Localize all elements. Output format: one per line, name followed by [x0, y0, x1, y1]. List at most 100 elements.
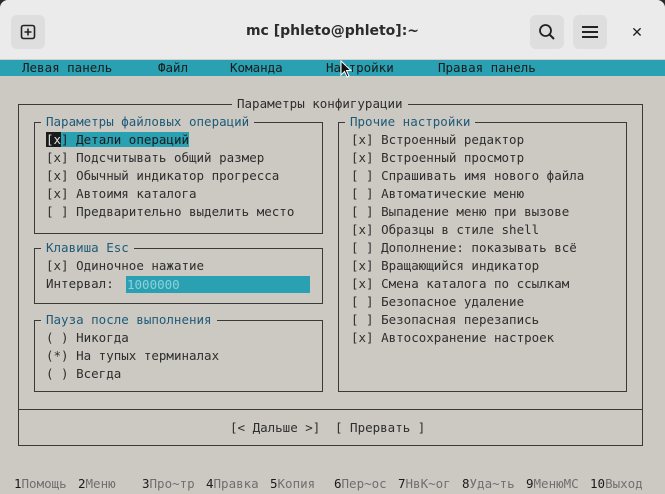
checkbox-label: Безопасное удаление	[381, 294, 525, 309]
menu-right-panel[interactable]: Правая панель	[438, 60, 536, 76]
checkbox-label: Автосохранение настроек	[381, 330, 555, 345]
hamburger-icon	[582, 26, 598, 38]
fkey-1[interactable]: 1Помощь	[14, 474, 67, 494]
fkey-number: 9	[526, 476, 534, 491]
interval-input[interactable]: 1000000	[126, 276, 310, 293]
search-icon	[539, 24, 555, 40]
checkbox-mark: [x]	[46, 186, 69, 201]
window-title: mc [phleto@phleto]:~	[245, 23, 420, 39]
radio-never[interactable]: ( ) Никогда	[46, 329, 129, 347]
menu-options[interactable]: Настройки	[326, 60, 394, 76]
pause-title: Пауза после выполнения	[41, 312, 217, 328]
fkey-number: 3	[142, 476, 150, 491]
radio-label: На тупых терминалах	[76, 348, 220, 363]
checkbox-mark: [x]	[351, 132, 374, 147]
hamburger-menu-button[interactable]	[573, 15, 607, 49]
checkbox-auto-save-setup[interactable]: [x] Автосохранение настроек	[351, 329, 554, 347]
checkbox-preallocate[interactable]: [ ] Предварительно выделить место	[46, 203, 294, 221]
checkbox-count-total-size[interactable]: [x] Подсчитывать общий размер	[46, 149, 264, 167]
checkbox-drop-down-menus[interactable]: [ ] Выпадение меню при вызове	[351, 203, 569, 221]
checkbox-mark: [ ]	[351, 240, 374, 255]
checkbox-complete-show-all[interactable]: [ ] Дополнение: показывать всё	[351, 239, 577, 257]
other-settings-title: Прочие настройки	[345, 114, 476, 130]
checkbox-label: Безопасная перезапись	[381, 312, 540, 327]
checkbox-single-press[interactable]: [x] Одиночное нажатие	[46, 257, 204, 275]
search-button[interactable]	[530, 15, 564, 49]
checkbox-ask-new-file-name[interactable]: [ ] Спрашивать имя нового файла	[351, 167, 584, 185]
radio-label: Всегда	[76, 366, 122, 381]
checkbox-internal-viewer[interactable]: [x] Встроенный просмотр	[351, 149, 524, 167]
fkey-8[interactable]: 8Уда~ть	[462, 474, 515, 494]
fkey-2[interactable]: 2Меню	[78, 474, 116, 494]
fkey-label: Пер~ос	[341, 476, 387, 491]
fkey-number: 5	[270, 476, 278, 491]
radio-dumb-terminals[interactable]: (*) На тупых терминалах	[46, 347, 219, 365]
fkey-7[interactable]: 7НвК~ог	[398, 474, 451, 494]
radio-mark: ( )	[46, 366, 69, 381]
checkbox-label: Образцы в стиле shell	[381, 222, 540, 237]
radio-label: Никогда	[76, 330, 129, 345]
fkey-label: Уда~ть	[469, 476, 515, 491]
fkey-5[interactable]: 5Копия	[270, 474, 315, 494]
checkbox-label: Дополнение: показывать всё	[381, 240, 577, 255]
terminal-area[interactable]: Левая панель Файл Команда Настройки Прав…	[0, 60, 665, 494]
checkbox-mark: [x]	[351, 150, 374, 165]
fkey-number: 7	[398, 476, 406, 491]
checkbox-shell-patterns[interactable]: [x] Образцы в стиле shell	[351, 221, 539, 239]
checkbox-cd-follows-links[interactable]: [x] Смена каталога по ссылкам	[351, 275, 569, 293]
checkbox-auto-menus[interactable]: [ ] Автоматические меню	[351, 185, 524, 203]
checkbox-label: Встроенный редактор	[381, 132, 525, 147]
checkbox-classic-progress[interactable]: [x] Обычный индикатор прогресса	[46, 167, 279, 185]
close-button[interactable]: ✕	[626, 22, 648, 44]
checkbox-label: Автоимя каталога	[76, 186, 197, 201]
checkbox-mark: [x]	[351, 258, 374, 273]
fkey-label: МенюМС	[533, 476, 579, 491]
fkey-4[interactable]: 4Правка	[206, 474, 259, 494]
checkbox-rotating-dash[interactable]: [x] Вращающийся индикатор	[351, 257, 539, 275]
menu-command[interactable]: Команда	[230, 60, 283, 76]
checkbox-label: Подсчитывать общий размер	[76, 150, 265, 165]
dialog-title: Параметры конфигурации	[232, 96, 408, 112]
checkbox-mark: [ ]	[46, 204, 69, 219]
checkbox-operation-details[interactable]: [x] Детали операций	[46, 131, 190, 149]
menu-left-panel[interactable]: Левая панель	[22, 60, 112, 76]
checkbox-safe-overwrite[interactable]: [ ] Безопасная перезапись	[351, 311, 539, 329]
fkey-10[interactable]: 10Выход	[590, 474, 643, 494]
function-key-bar: 1Помощь 2Меню 3Про~тр 4Правка 5Копия 6Пе…	[0, 474, 665, 494]
fkey-label: Правка	[213, 476, 259, 491]
checkbox-mkdir-autoname[interactable]: [x] Автоимя каталога	[46, 185, 197, 203]
fkey-label: Про~тр	[149, 476, 195, 491]
checkbox-mark: [x]	[46, 258, 69, 273]
checkbox-mark: [ ]	[351, 204, 374, 219]
mc-menubar: Левая панель Файл Команда Настройки Прав…	[0, 60, 665, 76]
fkey-9[interactable]: 9МенюМС	[526, 474, 579, 494]
fkey-number: 1	[14, 476, 22, 491]
fkey-number: 10	[590, 476, 606, 491]
checkbox-mark: [ ]	[351, 168, 374, 183]
checkbox-safe-delete[interactable]: [ ] Безопасное удаление	[351, 293, 524, 311]
checkbox-internal-editor[interactable]: [x] Встроенный редактор	[351, 131, 524, 149]
abort-button[interactable]: [ Прервать ]	[335, 419, 425, 437]
checkbox-label: Вращающийся индикатор	[381, 258, 540, 273]
next-button[interactable]: [< Дальше >]	[230, 419, 320, 437]
fkey-6[interactable]: 6Пер~ос	[334, 474, 387, 494]
checkbox-mark: [x]	[351, 276, 374, 291]
checkbox-mark: [x]	[46, 168, 69, 183]
fkey-label: Копия	[277, 476, 316, 491]
checkbox-mark: [x]	[46, 150, 69, 165]
checkbox-mark: [x]	[351, 222, 374, 237]
fkey-label: Помощь	[21, 476, 67, 491]
fkey-number: 4	[206, 476, 214, 491]
close-icon: ✕	[631, 25, 643, 41]
checkbox-label: Смена каталога по ссылкам	[381, 276, 570, 291]
checkbox-mark: [ ]	[351, 294, 374, 309]
checkbox-label: Спрашивать имя нового файла	[381, 168, 585, 183]
menu-file[interactable]: Файл	[158, 60, 188, 76]
radio-always[interactable]: ( ) Всегда	[46, 365, 121, 383]
fkey-number: 8	[462, 476, 470, 491]
dialog-separator	[18, 409, 643, 410]
radio-mark: (*)	[46, 348, 69, 363]
mouse-pointer-icon	[340, 60, 352, 78]
title-bar: mc [phleto@phleto]:~ ✕	[0, 0, 665, 60]
fkey-3[interactable]: 3Про~тр	[142, 474, 195, 494]
